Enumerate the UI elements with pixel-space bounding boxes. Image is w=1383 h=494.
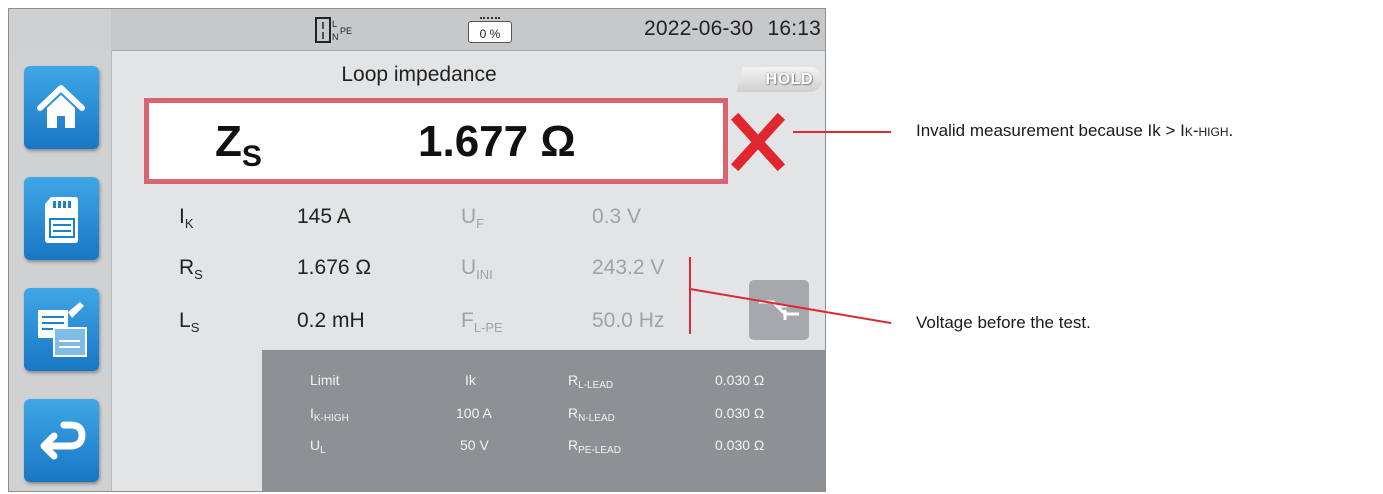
device-screen: L N PE 0 % 2022-06-30 16:13 Loop impedan…	[8, 8, 826, 492]
measurement-row: RS 1.676 Ω UINI 243.2 V	[179, 256, 665, 282]
time: 16:13	[767, 17, 821, 40]
measurement-row: LS 0.2 mH FL-PE 50.0 Hz	[179, 309, 665, 335]
limits-panel: Limit Ik RL-LEAD 0.030 Ω IK-HIGH 100 A R…	[262, 350, 825, 491]
main-measurement: ZS 1.677 Ω	[144, 98, 728, 184]
battery-level: 0 %	[479, 27, 501, 41]
date: 2022-06-30	[644, 17, 754, 40]
home-icon	[37, 85, 85, 128]
svg-text:L: L	[332, 19, 337, 29]
measurement-row: IK 145 A UF 0.3 V	[179, 205, 642, 231]
uini-value: 243.2 V	[592, 256, 665, 279]
page-title: Loop impedance	[341, 63, 497, 86]
uf-value: 0.3 V	[592, 205, 642, 228]
loop-trip-icon	[759, 300, 799, 320]
invalid-cross-icon	[730, 112, 786, 172]
ik-value: 145 A	[297, 205, 351, 228]
back-button[interactable]	[24, 399, 99, 482]
hold-label: HOLD	[765, 71, 813, 88]
function-button[interactable]	[749, 280, 809, 340]
callout-invalid: Invalid measurement because Ik > Ik-high…	[916, 121, 1234, 140]
callout-voltage: Voltage before the test.	[916, 313, 1091, 332]
callout-line	[793, 131, 891, 133]
main-symbol: ZS	[215, 117, 262, 173]
main-value: 1.677 Ω	[418, 117, 576, 166]
fl-pe-value: 50.0 Hz	[592, 309, 665, 332]
ls-value: 0.2 mH	[297, 309, 365, 332]
status-bar-left-block	[9, 9, 111, 50]
home-button[interactable]	[24, 66, 99, 149]
status-bar: L N PE 0 % 2022-06-30 16:13	[9, 9, 825, 51]
svg-text:N: N	[332, 32, 339, 42]
hold-badge: HOLD	[736, 67, 822, 92]
back-arrow-icon	[40, 421, 86, 460]
rs-value: 1.676 Ω	[297, 256, 372, 279]
battery-icon: 0 %	[468, 17, 514, 45]
callout-bracket	[689, 257, 691, 334]
svg-text:PE: PE	[340, 26, 352, 36]
date-time: 2022-06-30 16:13	[630, 17, 821, 41]
plug-l-n-pe-icon: L N PE	[315, 17, 352, 43]
